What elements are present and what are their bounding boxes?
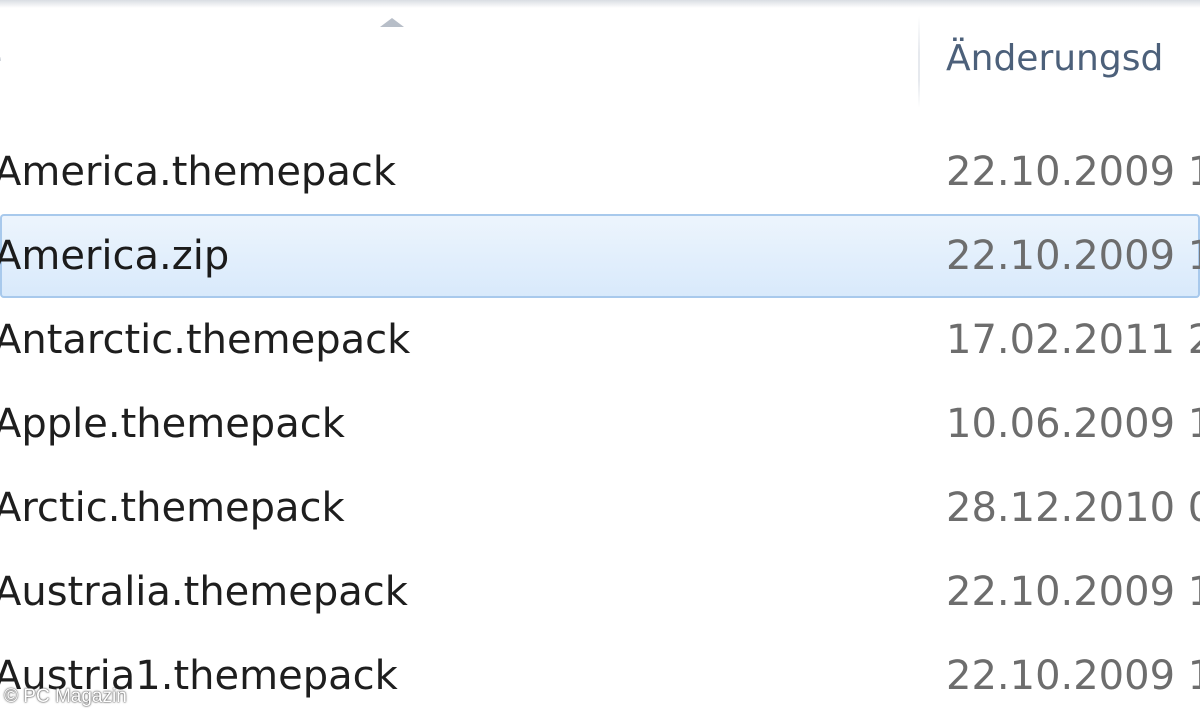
file-row[interactable]: America.themepack 22.10.2009 17	[0, 130, 1200, 214]
file-date-modified: 22.10.2009 17	[946, 149, 1200, 195]
column-header-date-label: Änderungsd	[946, 37, 1164, 79]
file-name: America.zip	[0, 233, 230, 279]
file-name: Australia.themepack	[0, 569, 408, 615]
file-list-view: e Änderungsd America.themepack 22.10.200…	[0, 0, 1200, 720]
file-date-modified: 22.10.2009 17	[946, 569, 1200, 615]
column-header-name[interactable]: e	[0, 8, 918, 108]
top-edge-border	[0, 0, 1200, 8]
file-row[interactable]: Apple.themepack 10.06.2009 17	[0, 382, 1200, 466]
file-name: Apple.themepack	[0, 401, 345, 447]
column-header-name-label: e	[0, 38, 2, 79]
file-name: America.themepack	[0, 149, 396, 195]
file-name: Antarctic.themepack	[0, 317, 411, 363]
file-rows: America.themepack 22.10.2009 17 America.…	[0, 130, 1200, 718]
file-name: Arctic.themepack	[0, 485, 345, 531]
file-row[interactable]: Antarctic.themepack 17.02.2011 22	[0, 298, 1200, 382]
column-separator[interactable]	[918, 16, 920, 108]
file-date-modified: 17.02.2011 22	[946, 317, 1200, 363]
file-row[interactable]: Australia.themepack 22.10.2009 17	[0, 550, 1200, 634]
column-header-date-modified[interactable]: Änderungsd	[946, 8, 1200, 108]
file-row[interactable]: Austria1.themepack 22.10.2009 17	[0, 634, 1200, 718]
file-date-modified: 28.12.2010 05	[946, 485, 1200, 531]
file-date-modified: 22.10.2009 17	[946, 233, 1200, 279]
file-row-selected[interactable]: America.zip 22.10.2009 17	[0, 214, 1200, 298]
file-date-modified: 22.10.2009 17	[946, 653, 1200, 699]
file-row[interactable]: Arctic.themepack 28.12.2010 05	[0, 466, 1200, 550]
column-header-bar: e Änderungsd	[0, 8, 1200, 108]
file-name: Austria1.themepack	[0, 653, 398, 699]
copyright-watermark: © PC Magazin	[4, 686, 127, 707]
sort-ascending-arrow-icon	[380, 18, 404, 27]
file-date-modified: 10.06.2009 17	[946, 401, 1200, 447]
